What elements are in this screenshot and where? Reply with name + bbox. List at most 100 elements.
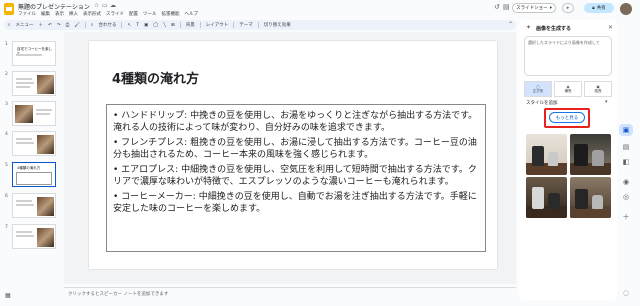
slide-thumbnail[interactable] <box>12 224 56 249</box>
document-title[interactable]: 無題のプレゼンテーション <box>18 2 90 11</box>
transition-button[interactable]: 切り替え効果 <box>264 22 291 28</box>
slides-logo[interactable] <box>4 3 14 15</box>
zoom-icon[interactable]: ⌕ <box>91 22 94 28</box>
add-slide-icon[interactable]: ＋ <box>39 22 44 28</box>
thumbnail-line <box>16 54 42 56</box>
type-portrait-button[interactable]: ▣ 縦長 <box>584 81 612 97</box>
add-icon[interactable]: ＋ <box>621 212 631 222</box>
lightbulb-icon[interactable]: ◌ <box>621 288 631 298</box>
fit-dropdown[interactable]: 合わせる <box>98 22 116 28</box>
generate-image-icon[interactable]: ▣ <box>621 125 631 135</box>
line-icon[interactable]: ╲ <box>163 23 166 28</box>
search-menu-icon[interactable]: ⌕ <box>8 22 11 28</box>
bullet-hand-drip: • ハンドドリップ: 中挽きの豆を使用し、お湯をゆっくりと注ぎながら抽出する方法… <box>113 111 478 133</box>
bullet-aeropress: • エアロプレス: 中細挽きの豆を使用し、空気圧を利用して短時間で抽出する方法で… <box>113 165 477 187</box>
prompt-text: 選択したスライドにより画像を作成して <box>528 40 600 45</box>
menu-item[interactable]: 拡張機能 <box>162 11 180 17</box>
camera-icon[interactable]: ▸ <box>562 3 574 13</box>
redo-icon[interactable]: ↷ <box>57 23 61 28</box>
thumbnail-line <box>16 86 30 88</box>
generated-image[interactable] <box>570 177 611 218</box>
shape-icon[interactable]: ◯ <box>153 23 158 28</box>
history-icon[interactable]: ↺ <box>494 3 500 11</box>
thumbnail-line <box>16 200 32 202</box>
avatar[interactable] <box>620 3 632 15</box>
speaker-notes[interactable]: クリックするとスピーカー ノートを追加できます <box>64 287 516 299</box>
toolbar-divider <box>121 22 123 28</box>
move-folder-icon[interactable]: ▭ <box>102 2 108 9</box>
textbox-icon[interactable]: T <box>136 23 139 28</box>
print-icon[interactable]: ⎙ <box>66 22 70 28</box>
slide-number: 7 <box>5 225 8 230</box>
comments-icon[interactable]: ▤ <box>503 3 510 11</box>
speaker-notes-placeholder: クリックするとスピーカー ノートを追加できます <box>68 292 169 297</box>
thumbnail-line <box>36 109 52 111</box>
image-pot <box>548 152 558 166</box>
image-pot <box>592 195 603 209</box>
menu-item[interactable]: ファイル <box>18 11 36 17</box>
image-icon[interactable]: ▣ <box>144 23 148 28</box>
undo-icon[interactable]: ↶ <box>48 23 52 28</box>
prompt-input[interactable]: 選択したスライドにより画像を作成して <box>524 36 612 76</box>
close-icon[interactable]: ✕ <box>608 24 613 31</box>
menu-item[interactable]: ヘルプ <box>185 11 199 17</box>
cloud-status-icon: ☁ <box>110 2 116 9</box>
menu-item[interactable]: ツール <box>143 11 157 17</box>
bullet-coffee-maker: • コーヒーメーカー: 中細挽きの豆を使用し、自動でお湯を注ぎ抽出する方法です。… <box>113 192 477 214</box>
generated-image[interactable] <box>526 134 567 175</box>
type-square-button[interactable]: ▢ 正方形 <box>524 81 552 97</box>
menu-item[interactable]: 編集 <box>41 11 50 17</box>
comment-add-icon[interactable]: ⊞ <box>171 23 175 28</box>
slide-thumbnail[interactable] <box>12 71 56 96</box>
slide-body-textbox[interactable]: • ハンドドリップ: 中挽きの豆を使用し、お湯をゆっくりと注ぎながら抽出する方法… <box>106 104 486 252</box>
keep-icon[interactable]: ◧ <box>621 157 631 167</box>
menu-item[interactable]: 表示形式 <box>83 11 101 17</box>
menu-item[interactable]: 表示 <box>55 11 64 17</box>
select-tool-icon[interactable]: ↖ <box>127 23 131 28</box>
paint-format-icon[interactable]: 🖌︎ <box>74 23 80 28</box>
slide-number: 6 <box>5 194 8 199</box>
slide-thumbnail[interactable] <box>12 101 56 126</box>
image-machine <box>532 146 544 166</box>
slideshow-label: スライドショー <box>516 6 548 11</box>
tasks-icon[interactable]: ◉ <box>621 177 631 187</box>
thumbnail-line <box>16 142 34 144</box>
thumbnail-line <box>16 78 32 80</box>
menu-item[interactable]: 挿入 <box>69 11 78 17</box>
slide-title[interactable]: 4種類の淹れ方 <box>112 68 199 87</box>
menu-item[interactable]: 配置 <box>129 11 138 17</box>
style-dropdown[interactable]: スタイルを追加 <box>526 100 558 106</box>
generated-image[interactable] <box>570 134 611 175</box>
theme-button[interactable]: テーマ <box>239 22 253 28</box>
grid-view-icon[interactable]: ▦ <box>5 292 11 299</box>
see-more-button[interactable]: もっと見る <box>549 112 585 123</box>
chevron-down-icon[interactable]: ▾ <box>605 99 608 105</box>
slide-thumbnail[interactable]: 自宅でコーヒーを楽しむ <box>12 41 56 66</box>
slideshow-button[interactable]: スライドショー ▾ <box>512 3 556 13</box>
contacts-icon[interactable]: ◎ <box>621 192 631 202</box>
slide-number: 5 <box>5 163 8 168</box>
share-button[interactable]: 🔒︎ 共有 <box>584 3 614 13</box>
thumbnail-textbox <box>16 172 52 185</box>
generated-image[interactable] <box>526 177 567 218</box>
collapse-toolbar-icon[interactable]: ⌃ <box>508 21 513 28</box>
slide-thumbnail-active[interactable]: 4種類の淹れ方 <box>12 162 56 187</box>
slide-thumbnail[interactable] <box>12 193 56 218</box>
lock-icon: 🔒︎ <box>592 6 595 11</box>
toolbar-divider <box>199 22 201 28</box>
menu-search-label[interactable]: メニュー <box>16 22 34 28</box>
image-pot <box>592 150 604 166</box>
star-icon[interactable]: ☆ <box>94 2 99 9</box>
toolbar-divider <box>84 22 86 28</box>
layout-button[interactable]: レイアウト <box>206 22 229 28</box>
background-button[interactable]: 背景 <box>186 22 195 28</box>
slide-number: 1 <box>5 42 8 47</box>
slide-number: 3 <box>5 102 8 107</box>
menu-bar: ファイル 編集 表示 挿入 表示形式 スライド 配置 ツール 拡張機能 ヘルプ <box>18 11 198 17</box>
slide-thumbnail[interactable] <box>12 131 56 156</box>
menu-item[interactable]: スライド <box>106 11 124 17</box>
thumbnail-title: 4種類の淹れ方 <box>17 166 41 170</box>
calendar-icon[interactable]: ▤ <box>621 142 631 152</box>
image-machine <box>532 187 544 209</box>
type-landscape-button[interactable]: ◉ 横長 <box>554 81 582 97</box>
